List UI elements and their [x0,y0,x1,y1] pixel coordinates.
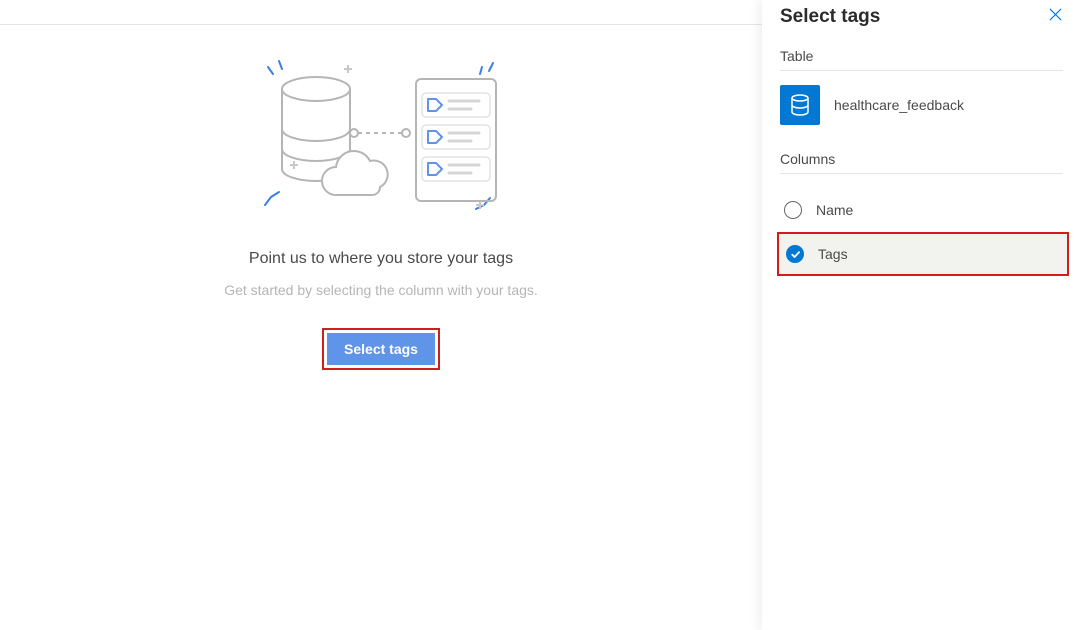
select-tags-panel: Select tags Table healthcare_feedback Co… [762,0,1081,630]
divider [780,70,1063,71]
main-content: Point us to where you store your tags Ge… [0,25,762,630]
database-to-list-illustration [246,45,516,220]
table-section-label: Table [780,48,1063,64]
column-row-tags[interactable]: Tags [777,232,1069,276]
column-row-name[interactable]: Name [780,188,1063,232]
panel-title: Select tags [780,6,880,28]
columns-section-label: Columns [780,151,1063,167]
table-name: healthcare_feedback [834,97,964,113]
table-row[interactable]: healthcare_feedback [780,85,1063,125]
main-subheading: Get started by selecting the column with… [224,282,538,298]
radio-checked-icon [786,245,804,263]
close-icon[interactable] [1048,7,1063,27]
divider [780,173,1063,174]
database-icon [780,85,820,125]
radio-unchecked-icon [784,201,802,219]
select-tags-button[interactable]: Select tags [327,333,435,365]
panel-header: Select tags [780,6,1063,28]
select-tags-button-highlight: Select tags [322,328,440,370]
column-label: Name [816,202,853,218]
column-label: Tags [818,246,848,262]
main-heading: Point us to where you store your tags [249,250,513,268]
